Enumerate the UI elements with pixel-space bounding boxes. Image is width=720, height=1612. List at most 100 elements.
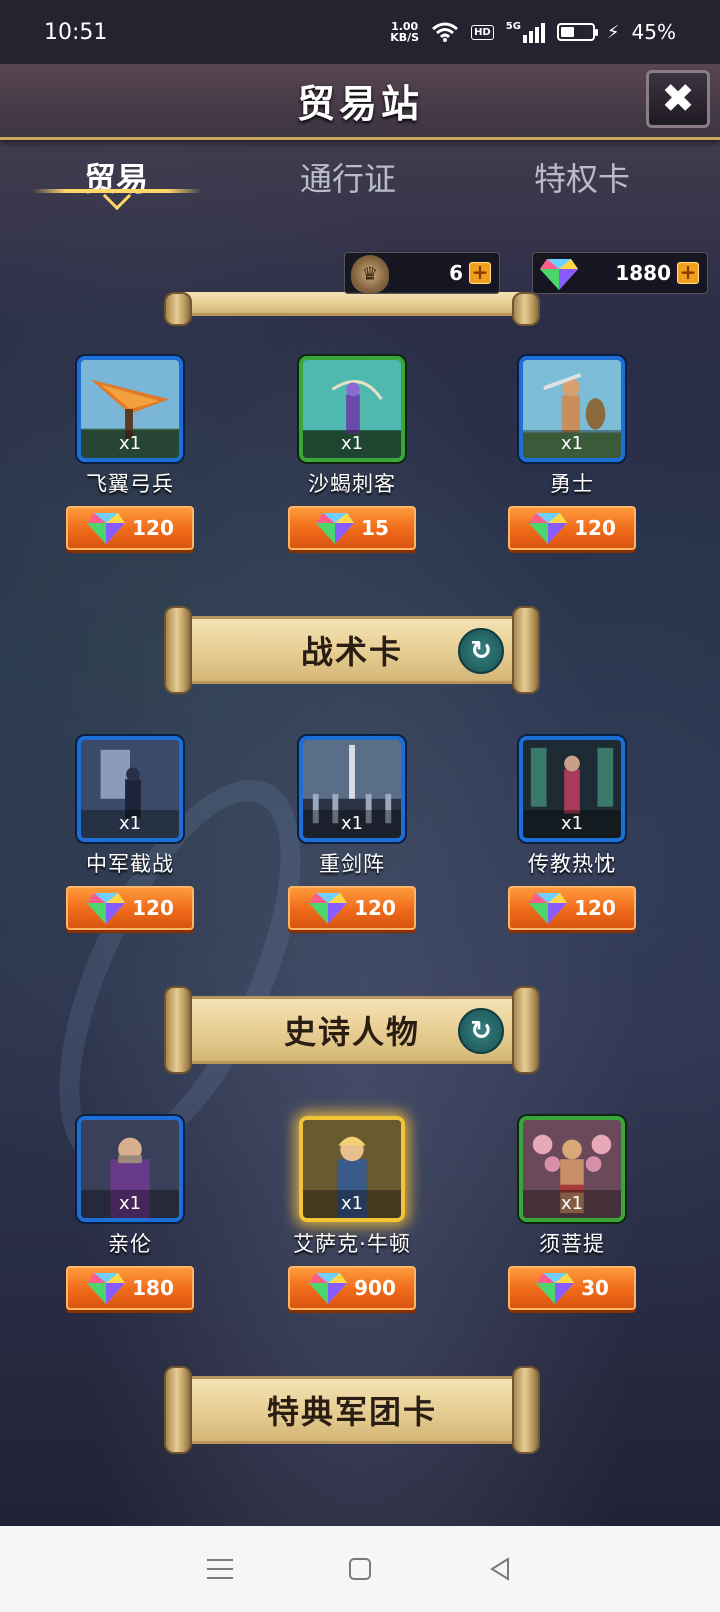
buy-button[interactable]: 900 — [288, 1266, 416, 1310]
gem-currency: 1880 + — [532, 252, 708, 294]
charging-icon: ⚡ — [606, 21, 620, 43]
buy-button[interactable]: 120 — [66, 506, 194, 550]
item-quantity: x1 — [303, 1190, 401, 1218]
add-emblem-button[interactable]: + — [469, 262, 491, 284]
close-button[interactable]: ✖ — [646, 70, 710, 128]
buy-button[interactable]: 180 — [66, 1266, 194, 1310]
close-icon: ✖ — [661, 76, 695, 122]
price-label: 15 — [361, 516, 389, 540]
gem-icon — [309, 1273, 348, 1304]
status-bar: 10:51 1.00 KB/S HD 5G ⚡ 45% — [0, 0, 720, 64]
shop-item-isaac-newton[interactable]: x1 艾萨克·牛顿 900 — [252, 1116, 452, 1310]
item-name: 重剑阵 — [319, 852, 385, 876]
gem-icon — [87, 1273, 126, 1304]
price-label: 120 — [132, 896, 174, 920]
buy-button[interactable]: 30 — [508, 1266, 636, 1310]
section-banner-special-legion: 特典军团卡 — [164, 1366, 540, 1454]
eagle-emblem-icon: ♛ — [351, 255, 389, 293]
item-name: 亲伦 — [108, 1232, 152, 1256]
buy-button[interactable]: 120 — [66, 886, 194, 930]
item-name: 沙蝎刺客 — [308, 472, 396, 496]
item-frame: x1 — [299, 736, 405, 842]
gem-icon — [540, 259, 578, 290]
item-frame: x1 — [519, 356, 625, 462]
gem-icon — [529, 893, 568, 924]
tab-pass[interactable]: 通行证 — [248, 154, 448, 200]
price-label: 30 — [581, 1276, 609, 1300]
emblem-amount: 6 — [449, 261, 463, 285]
system-nav-bar — [0, 1526, 720, 1612]
item-frame: x1 — [519, 1116, 625, 1222]
gem-icon — [536, 1273, 575, 1304]
add-gem-button[interactable]: + — [677, 262, 699, 284]
item-quantity: x1 — [81, 1190, 179, 1218]
item-frame: x1 — [299, 356, 405, 462]
buy-button[interactable]: 15 — [288, 506, 416, 550]
shop-item-winged-archer[interactable]: x1 飞翼弓兵 120 — [30, 356, 230, 550]
buy-button[interactable]: 120 — [288, 886, 416, 930]
item-quantity: x1 — [523, 810, 621, 838]
refresh-button[interactable]: ↻ — [458, 1008, 504, 1054]
section-banner-stub — [164, 292, 540, 326]
menu-icon[interactable] — [205, 1554, 235, 1584]
battery-fill — [560, 27, 575, 37]
wifi-icon — [432, 22, 459, 42]
price-label: 120 — [574, 896, 616, 920]
shop-item-warrior[interactable]: x1 勇士 120 — [472, 356, 672, 550]
price-label: 180 — [132, 1276, 174, 1300]
network-speed-unit: KB/S — [390, 31, 420, 44]
item-quantity: x1 — [81, 810, 179, 838]
back-icon[interactable] — [485, 1554, 515, 1584]
gem-icon — [309, 893, 348, 924]
section-title: 战术卡 — [300, 633, 403, 671]
gem-icon — [529, 513, 568, 544]
item-quantity: x1 — [523, 430, 621, 458]
network-speed: 1.00 KB/S — [390, 21, 419, 43]
tab-privilege-card[interactable]: 特权卡 — [482, 154, 682, 200]
home-icon[interactable] — [345, 1554, 375, 1584]
signal-icon: 5G — [506, 21, 545, 43]
item-frame: x1 — [299, 1116, 405, 1222]
shop-item-subhuti[interactable]: x1 须菩提 30 — [472, 1116, 672, 1310]
signal-label: 5G — [505, 21, 521, 32]
hd-badge: HD — [471, 24, 494, 40]
refresh-icon: ↻ — [470, 1016, 492, 1046]
game-screen: 贸易站 ✖ 贸易 通行证 特权卡 ♛ 6 + 1880 + x1 飞翼弓兵 12… — [0, 64, 720, 1526]
section-banner-epic-characters: 史诗人物 ↻ — [164, 986, 540, 1074]
trade-header: 贸易站 ✖ — [0, 64, 720, 140]
price-label: 120 — [574, 516, 616, 540]
shop-item-sand-scorpion-assassin[interactable]: x1 沙蝎刺客 15 — [252, 356, 452, 550]
item-quantity: x1 — [81, 430, 179, 458]
shop-item-central-army[interactable]: x1 中军截战 120 — [30, 736, 230, 930]
item-frame: x1 — [77, 356, 183, 462]
status-time: 10:51 — [44, 19, 108, 45]
refresh-icon: ↻ — [470, 636, 492, 666]
refresh-button[interactable]: ↻ — [458, 628, 504, 674]
item-name: 艾萨克·牛顿 — [293, 1232, 411, 1256]
item-quantity: x1 — [303, 810, 401, 838]
gem-amount: 1880 — [615, 261, 671, 285]
item-name: 飞翼弓兵 — [86, 472, 174, 496]
tab-bar: 贸易 通行证 特权卡 — [0, 144, 720, 214]
gem-icon — [316, 513, 355, 544]
item-name: 传教热忱 — [528, 852, 616, 876]
item-name: 须菩提 — [539, 1232, 605, 1256]
section-title: 史诗人物 — [283, 1013, 420, 1051]
price-label: 900 — [354, 1276, 396, 1300]
buy-button[interactable]: 120 — [508, 506, 636, 550]
shop-item-greatsword-formation[interactable]: x1 重剑阵 120 — [252, 736, 452, 930]
item-name: 中军截战 — [86, 852, 174, 876]
page-title: 贸易站 — [296, 82, 423, 126]
buy-button[interactable]: 120 — [508, 886, 636, 930]
price-label: 120 — [132, 516, 174, 540]
item-name: 勇士 — [550, 472, 594, 496]
shop-item-hero[interactable]: x1 亲伦 180 — [30, 1116, 230, 1310]
item-frame: x1 — [77, 736, 183, 842]
gem-icon — [87, 893, 126, 924]
section-banner-tactics: 战术卡 ↻ — [164, 606, 540, 694]
status-icons: 1.00 KB/S HD 5G ⚡ 45% — [390, 20, 676, 44]
shop-item-missionary-zeal[interactable]: x1 传教热忱 120 — [472, 736, 672, 930]
item-frame: x1 — [519, 736, 625, 842]
item-quantity: x1 — [303, 430, 401, 458]
price-label: 120 — [354, 896, 396, 920]
